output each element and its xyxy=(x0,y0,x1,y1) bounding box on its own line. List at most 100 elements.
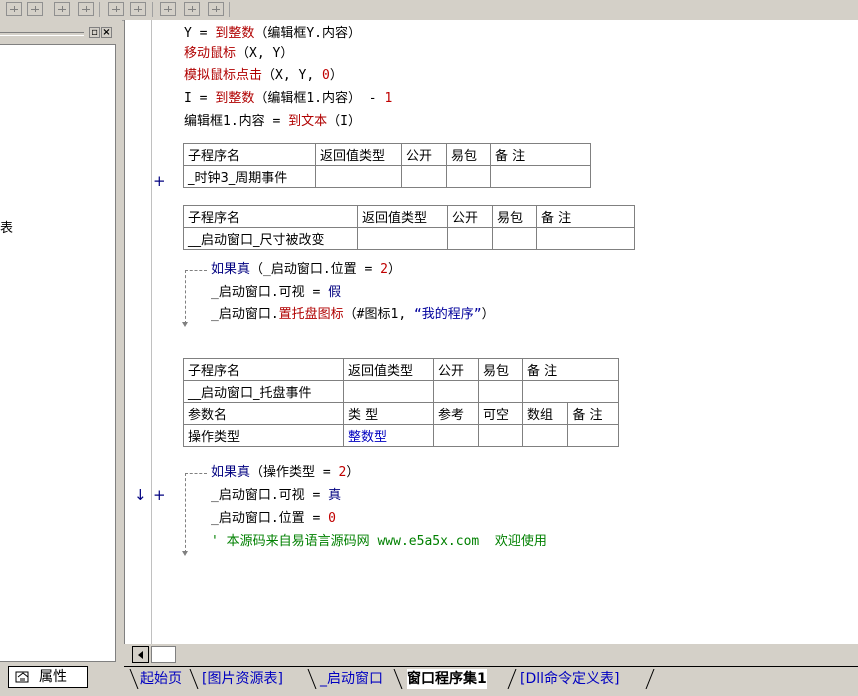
code-token: 假 xyxy=(328,285,342,300)
table-cell[interactable] xyxy=(357,227,448,250)
code-token: 到文本 xyxy=(288,114,328,129)
flow-line xyxy=(185,270,186,324)
flow-line xyxy=(185,473,186,553)
code-line: 模拟鼠标点击（X, Y, 0） xyxy=(184,68,343,84)
code-token: （编辑框1.内容） - xyxy=(254,91,385,106)
param-type-cell[interactable]: 整数型 xyxy=(343,424,434,447)
code-token: ） xyxy=(387,262,401,277)
sub-name-cell[interactable]: __启动窗口_托盘事件 xyxy=(183,380,344,403)
tab-divider xyxy=(392,668,404,690)
header-sub-name: 子程序名 xyxy=(183,205,358,228)
flow-arrow-icon xyxy=(182,322,188,327)
code-token: （X, Y） xyxy=(236,46,294,61)
code-token: 到整数 xyxy=(215,26,255,41)
code-token: 置托盘图标 xyxy=(278,307,344,322)
toolbar-separator xyxy=(99,2,100,17)
code-token: _启动窗口.可视 = xyxy=(211,285,329,300)
tab-dll-commands[interactable]: [Dll命令定义表] xyxy=(520,669,619,689)
gutter xyxy=(125,20,152,644)
tab-divider xyxy=(128,668,140,690)
code-token: 移动鼠标 xyxy=(184,46,237,61)
code-token: ） xyxy=(481,307,495,322)
table-cell[interactable] xyxy=(447,227,493,250)
table-cell[interactable] xyxy=(521,424,569,447)
expand-plus-icon[interactable]: + xyxy=(153,486,166,504)
tab-image-resources[interactable]: [图片资源表] xyxy=(202,669,283,689)
table-cell[interactable] xyxy=(343,380,434,403)
code-line: I = 到整数（编辑框1.内容） - 1 xyxy=(184,91,392,107)
align-top-icon[interactable] xyxy=(54,2,70,16)
header-public: 公开 xyxy=(401,143,447,166)
header-return-type: 返回值类型 xyxy=(357,205,448,228)
param-header-ref: 参考 xyxy=(433,402,479,425)
header-public: 公开 xyxy=(433,358,479,381)
tab-window-program-set[interactable]: 窗口程序集1 xyxy=(407,669,487,689)
expand-plus-icon[interactable]: + xyxy=(153,172,166,190)
align-center-icon[interactable] xyxy=(27,2,43,16)
code-token: ） xyxy=(329,68,343,83)
code-token: （编辑框Y.内容） xyxy=(254,26,361,41)
sub-name-cell[interactable]: __启动窗口_尺寸被改变 xyxy=(183,227,358,250)
code-token: 如果真 xyxy=(211,465,251,480)
header-easy-pack: 易包 xyxy=(492,205,537,228)
table-cell[interactable] xyxy=(446,165,491,188)
param-name-cell[interactable]: 操作类型 xyxy=(183,424,344,447)
table-cell[interactable] xyxy=(433,424,479,447)
code-line: _启动窗口.可视 = 真 xyxy=(211,488,341,504)
table-cell[interactable] xyxy=(522,380,619,403)
left-panel: ▫ × 表 xyxy=(0,20,122,666)
tab-divider xyxy=(188,668,200,690)
sub-name-cell[interactable]: _时钟3_周期事件 xyxy=(183,165,316,188)
scroll-left-icon[interactable] xyxy=(132,646,149,663)
header-easy-pack: 易包 xyxy=(446,143,491,166)
code-line: _启动窗口.置托盘图标（#图标1, “我的程序”） xyxy=(211,307,495,323)
header-remark: 备 注 xyxy=(522,358,619,381)
code-token: Y = xyxy=(184,26,216,41)
subroutine-table-tray: 子程序名 返回值类型 公开 易包 备 注 __启动窗口_托盘事件 参数名 类 型… xyxy=(183,358,619,447)
code-token: “我的程序” xyxy=(413,307,482,322)
v-center-icon[interactable] xyxy=(184,2,200,16)
param-header-remark: 备 注 xyxy=(567,402,619,425)
code-editor[interactable]: Y = 到整数（编辑框Y.内容） 移动鼠标（X, Y） 模拟鼠标点击（X, Y,… xyxy=(124,20,858,644)
table-cell[interactable] xyxy=(478,380,523,403)
property-tab[interactable]: 属性 xyxy=(8,666,88,688)
code-token: _启动窗口. xyxy=(211,307,279,322)
header-remark: 备 注 xyxy=(490,143,591,166)
equal-height-icon[interactable] xyxy=(130,2,146,16)
toolbar-separator xyxy=(152,2,153,17)
center-both-icon[interactable] xyxy=(208,2,224,16)
flow-arrow-icon xyxy=(182,551,188,556)
h-center-icon[interactable] xyxy=(160,2,176,16)
flow-line xyxy=(185,270,207,272)
param-header-name: 参数名 xyxy=(183,402,344,425)
table-cell[interactable] xyxy=(567,424,619,447)
table-cell[interactable] xyxy=(433,380,479,403)
flow-line xyxy=(185,473,207,475)
header-return-type: 返回值类型 xyxy=(315,143,402,166)
close-icon[interactable]: × xyxy=(101,27,112,38)
code-token: 2 xyxy=(380,262,388,277)
table-cell[interactable] xyxy=(315,165,402,188)
table-cell[interactable] xyxy=(401,165,447,188)
maximize-icon[interactable]: ▫ xyxy=(89,27,100,38)
code-line: _启动窗口.可视 = 假 xyxy=(211,285,341,301)
table-cell[interactable] xyxy=(478,424,523,447)
scroll-track[interactable] xyxy=(151,646,176,663)
code-token: 1 xyxy=(384,91,393,106)
code-token: （I） xyxy=(327,114,361,129)
param-header-type: 类 型 xyxy=(343,402,434,425)
code-token: ） xyxy=(346,465,360,480)
tab-start-page[interactable]: 起始页 xyxy=(140,669,182,689)
arrow-down-icon[interactable]: ↓ xyxy=(134,486,147,504)
tab-divider xyxy=(306,668,318,690)
code-line: 如果真（_启动窗口.位置 = 2） xyxy=(211,262,401,278)
table-cell[interactable] xyxy=(492,227,537,250)
toolbar-separator xyxy=(229,2,230,17)
tab-startup-window[interactable]: _启动窗口 xyxy=(320,669,383,689)
align-icon[interactable] xyxy=(6,2,22,16)
align-bottom-icon[interactable] xyxy=(78,2,94,16)
table-cell[interactable] xyxy=(490,165,591,188)
equal-width-icon[interactable] xyxy=(108,2,124,16)
horizontal-scrollbar[interactable] xyxy=(124,644,858,666)
table-cell[interactable] xyxy=(536,227,635,250)
